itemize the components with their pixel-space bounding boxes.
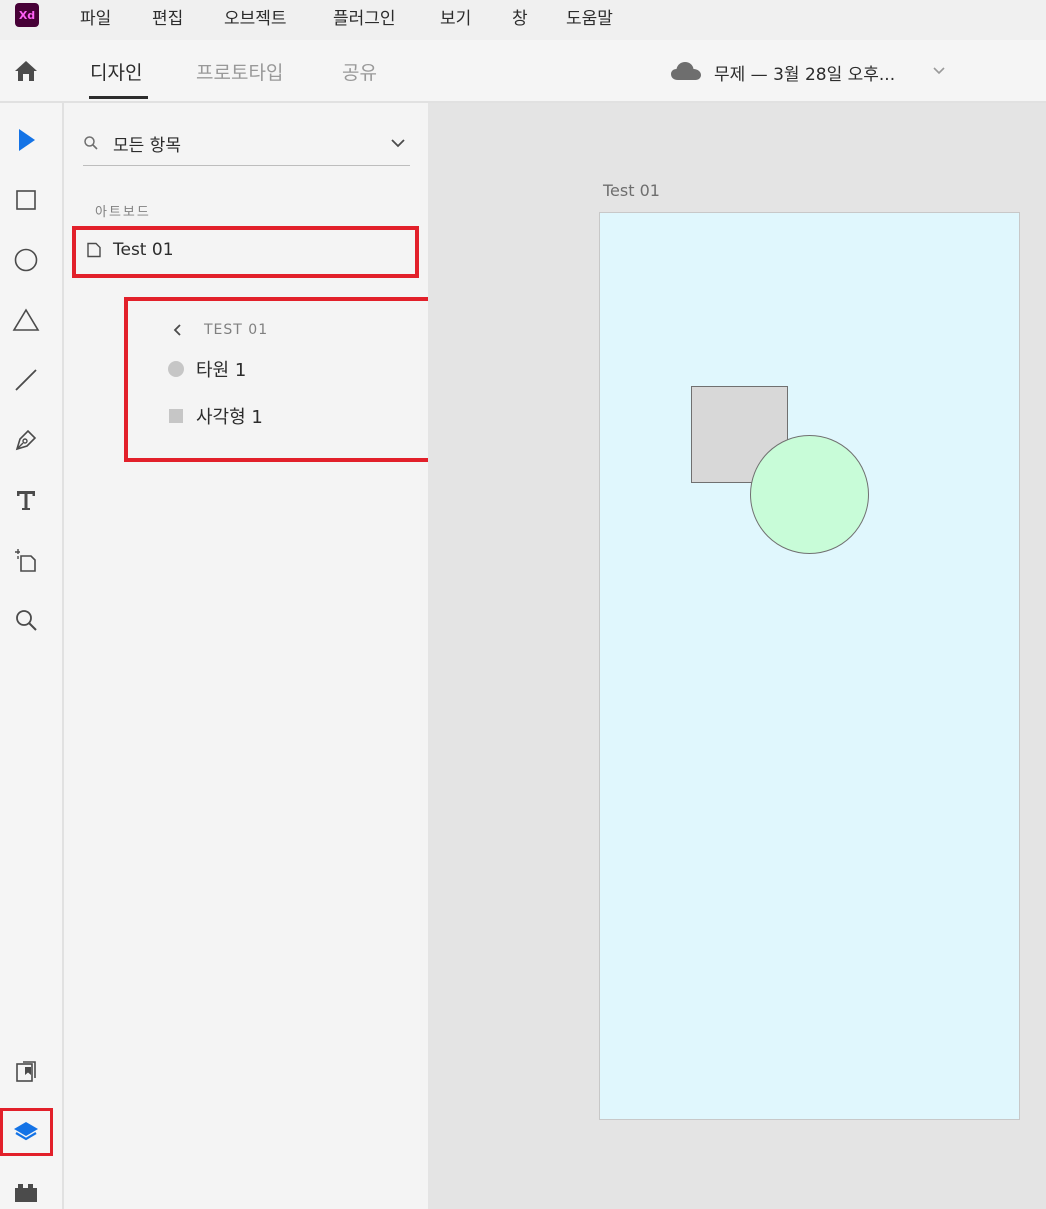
layers-tool[interactable]: [12, 1118, 40, 1146]
assets-tool[interactable]: [12, 1058, 40, 1086]
active-tab-indicator: [89, 96, 148, 99]
chevron-down-icon[interactable]: [932, 64, 946, 78]
zoom-tool[interactable]: [12, 606, 40, 634]
menu-plugins[interactable]: 플러그인: [333, 4, 396, 29]
chevron-down-icon[interactable]: [390, 135, 406, 151]
rectangle-icon: [16, 190, 36, 210]
menu-edit[interactable]: 편집: [152, 4, 183, 29]
layer-item-label: 타원 1: [196, 360, 247, 381]
artboard-icon: [15, 549, 36, 572]
line-tool[interactable]: [12, 366, 40, 394]
artboard-list-label: Test 01: [113, 240, 174, 260]
polygon-tool[interactable]: [12, 306, 40, 334]
home-icon[interactable]: [13, 58, 39, 84]
select-icon: [19, 129, 35, 151]
rectangle-tool[interactable]: [12, 186, 40, 214]
artboard[interactable]: [599, 212, 1020, 1120]
menu-window[interactable]: 창: [512, 4, 528, 29]
line-icon: [15, 369, 37, 391]
layer-filter[interactable]: 모든 항목: [83, 127, 410, 166]
menu-bar: Xd 파일 편집 오브젝트 플러그인 보기 창 도움말: [0, 0, 1046, 40]
document-title[interactable]: 무제 — 3월 28일 오후...: [714, 60, 895, 85]
zoom-icon: [16, 610, 37, 631]
cloud-icon: [671, 62, 701, 80]
menu-view[interactable]: 보기: [440, 4, 471, 29]
menu-object[interactable]: 오브젝트: [224, 4, 287, 29]
layer-item-label: 사각형 1: [196, 407, 263, 428]
design-canvas[interactable]: Test 01: [428, 103, 1046, 1209]
artboard-page-icon: [87, 242, 101, 258]
plugins-tool[interactable]: [12, 1178, 40, 1206]
rectangle-layer-icon: [169, 409, 183, 423]
pen-tool[interactable]: [12, 426, 40, 454]
text-tool[interactable]: [12, 486, 40, 514]
plugins-icon: [15, 1184, 37, 1202]
chevron-left-icon[interactable]: [172, 323, 184, 337]
layer-filter-value: 모든 항목: [113, 136, 181, 156]
menu-help[interactable]: 도움말: [566, 4, 613, 29]
tab-share[interactable]: 공유: [342, 58, 377, 85]
ellipse-tool[interactable]: [12, 246, 40, 274]
polygon-icon: [12, 308, 40, 331]
ellipse-layer-icon: [168, 361, 184, 377]
search-icon: [84, 136, 98, 150]
xd-logo: Xd: [15, 3, 39, 27]
popup-title: TEST 01: [204, 322, 269, 338]
artboard-tool[interactable]: [12, 546, 40, 574]
tab-prototype[interactable]: 프로토타입: [196, 58, 283, 85]
tab-design[interactable]: 디자인: [90, 58, 142, 85]
ellipse-icon: [14, 248, 38, 272]
artboards-section-label: 아트보드: [95, 205, 151, 220]
artboard-list-item[interactable]: Test 01: [72, 226, 419, 278]
layers-icon: [14, 1122, 38, 1141]
artboard-title[interactable]: Test 01: [603, 181, 660, 200]
pen-icon: [15, 429, 37, 451]
layers-panel: 모든 항목 아트보드 Test 01: [64, 103, 428, 1209]
menu-file[interactable]: 파일: [80, 4, 111, 29]
text-icon: [17, 491, 35, 510]
assets-icon: [16, 1061, 36, 1082]
ellipse-shape[interactable]: [750, 435, 869, 554]
tool-bar: [0, 103, 64, 1209]
select-tool[interactable]: [12, 126, 40, 154]
mode-tab-bar: 디자인 프로토타입 공유 무제 — 3월 28일 오후...: [0, 40, 1046, 103]
